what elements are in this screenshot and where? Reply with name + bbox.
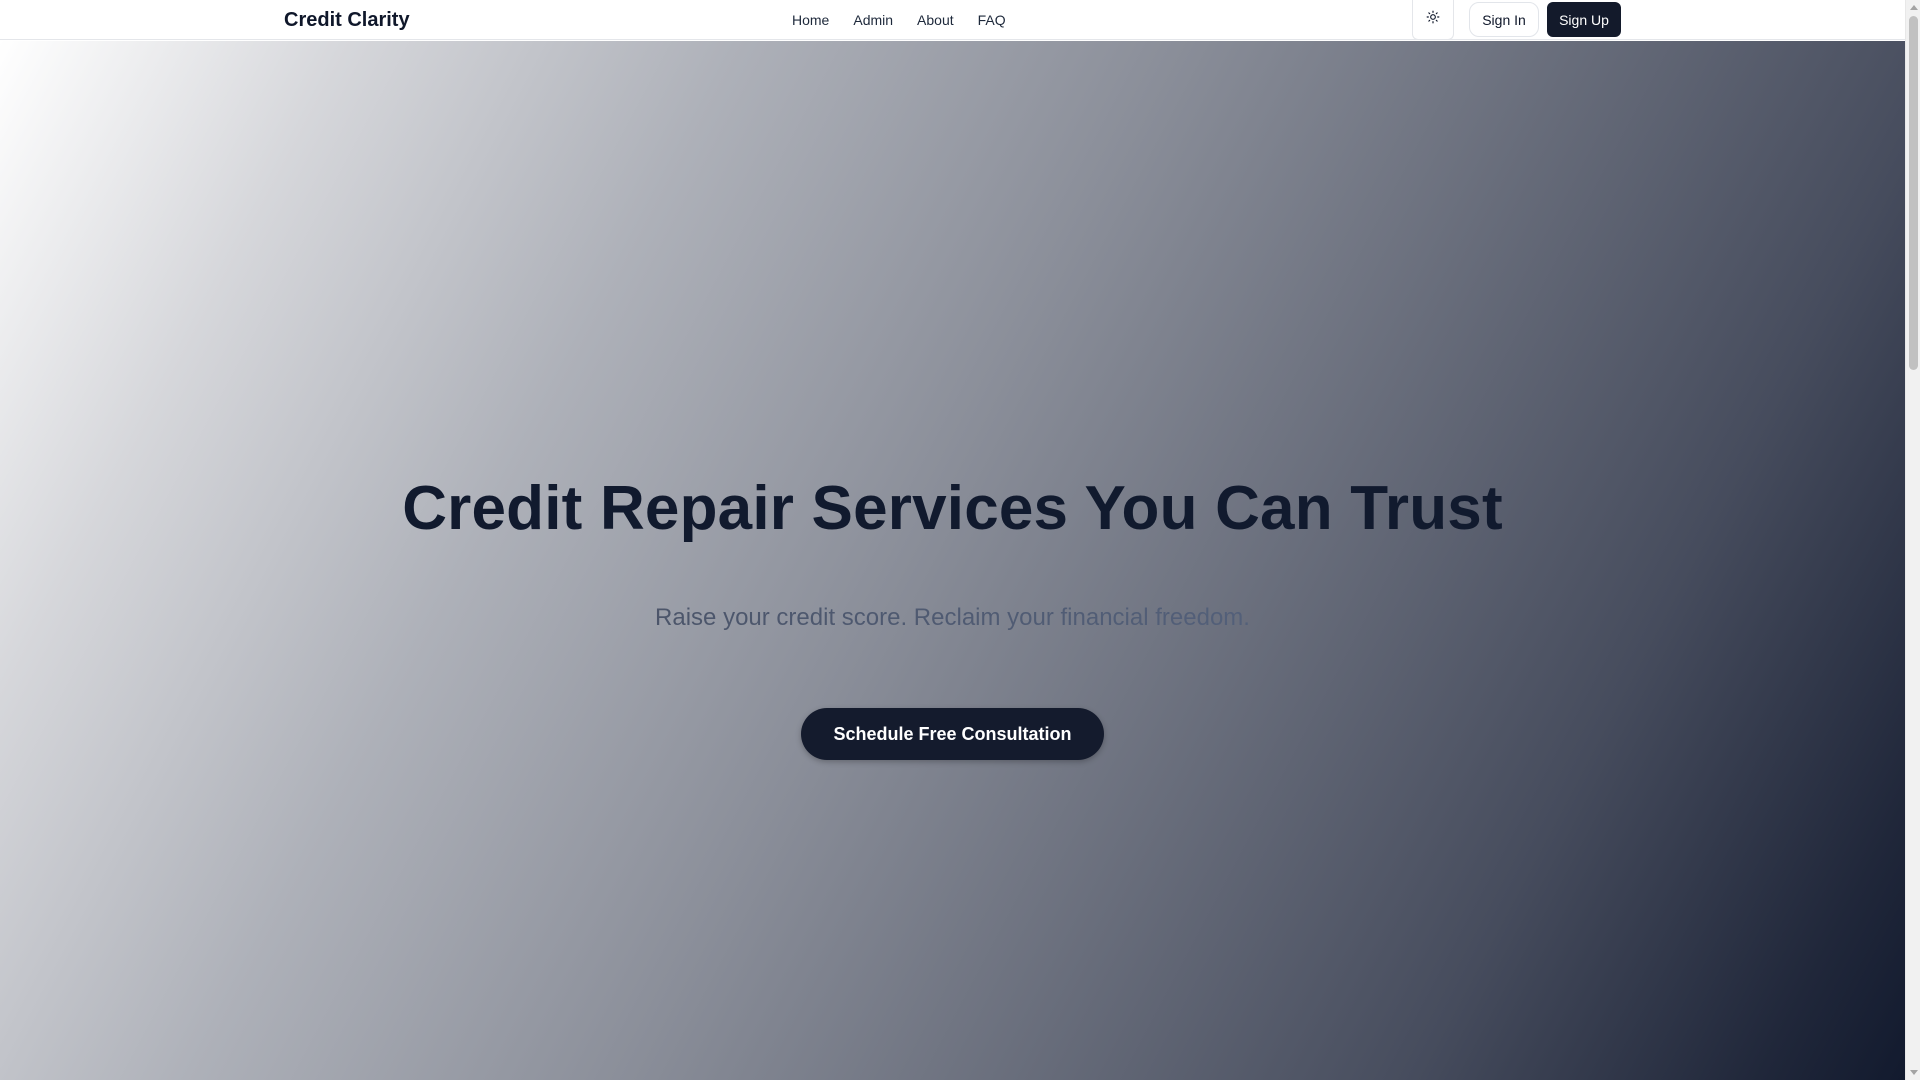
sign-in-button[interactable]: Sign In [1469, 2, 1539, 37]
hero-subtitle: Raise your credit score. Reclaim your fi… [0, 603, 1905, 633]
scroll-up-arrow-icon[interactable] [1910, 5, 1918, 10]
sun-icon [1426, 10, 1440, 29]
viewport: Credit Clarity Home Admin About FAQ Sign… [0, 0, 1920, 1080]
scroll-down-arrow-icon[interactable] [1910, 1070, 1918, 1075]
site-header: Credit Clarity Home Admin About FAQ Sign… [0, 0, 1905, 40]
hero-section: Credit Repair Services You Can Trust Rai… [0, 41, 1905, 1080]
nav-admin[interactable]: Admin [853, 0, 893, 40]
hero-title: Credit Repair Services You Can Trust [402, 474, 1503, 543]
nav-faq[interactable]: FAQ [978, 0, 1006, 40]
main-nav: Home Admin About FAQ [792, 0, 1006, 40]
sign-up-button[interactable]: Sign Up [1547, 2, 1621, 37]
schedule-consultation-button[interactable]: Schedule Free Consultation [801, 708, 1104, 760]
page-scrollbar[interactable] [1905, 0, 1920, 1080]
nav-home[interactable]: Home [792, 0, 829, 40]
brand-logo[interactable]: Credit Clarity [284, 0, 410, 40]
scroll-thumb[interactable] [1909, 16, 1918, 370]
theme-toggle-button[interactable] [1412, 0, 1454, 40]
nav-about[interactable]: About [917, 0, 954, 40]
